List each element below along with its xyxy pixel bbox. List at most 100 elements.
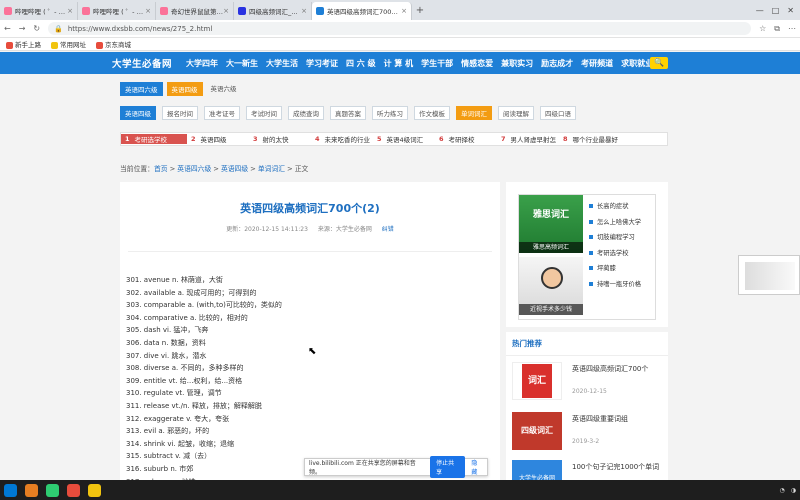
back-icon[interactable]: ← bbox=[4, 24, 11, 33]
bookmark-item[interactable]: 新手上路 bbox=[6, 39, 41, 49]
rank-item[interactable]: 5 英语4级词汇 bbox=[373, 134, 435, 144]
filter-tab[interactable]: 阅读理解 bbox=[498, 106, 534, 120]
nav-item[interactable]: 大学四年 bbox=[182, 58, 222, 69]
nav-item[interactable]: 四 六 级 bbox=[342, 58, 380, 69]
sidebar-ad: 雅思词汇 雅思高频词汇 近视手术多少钱 长高的症状 怎么上哈佛大学 切肢编程学习 考研… bbox=[506, 182, 668, 327]
article: 英语四级高频词汇700个(2) 更新：2020-12-15 14:11:23 来… bbox=[120, 182, 500, 500]
close-icon[interactable]: ✕ bbox=[787, 6, 794, 15]
nav-item[interactable]: 大学生活 bbox=[262, 58, 302, 69]
hide-button[interactable]: 隐藏 bbox=[471, 458, 483, 476]
rank-item[interactable]: 3 射的太快 bbox=[249, 134, 311, 144]
filter-tab[interactable]: 作文模板 bbox=[414, 106, 450, 120]
site-navbar: 大学生必备网 大学四年 大一新生 大学生活 学习考证四 六 级计 算 机学生干部 情感恋… bbox=[0, 52, 800, 74]
ad-link[interactable]: 考研选学校 bbox=[589, 246, 641, 262]
start-icon[interactable] bbox=[4, 483, 17, 497]
category-tabs: 英语四六级 英语四级 英语六级 bbox=[120, 82, 241, 96]
close-tab-icon[interactable]: × bbox=[223, 7, 229, 15]
ad-image-ielts[interactable]: 雅思词汇 雅思高频词汇 bbox=[519, 195, 583, 253]
forward-icon[interactable]: → bbox=[19, 24, 26, 33]
breadcrumb-sep: > bbox=[250, 165, 256, 173]
nav-item[interactable]: 计 算 机 bbox=[380, 58, 418, 69]
nav-item[interactable]: 学习考证 bbox=[302, 58, 342, 69]
nav-item[interactable]: 情感恋爱 bbox=[457, 58, 497, 69]
browser-tab[interactable]: 哔哩哔哩 ( ゜- ゜)つロ 干杯~-bili× bbox=[78, 2, 156, 20]
ad-link[interactable]: 长高的症状 bbox=[589, 199, 641, 215]
report-link[interactable]: 纠错 bbox=[382, 226, 394, 233]
app-icon[interactable] bbox=[88, 483, 101, 497]
filter-tab[interactable]: 考试时间 bbox=[246, 106, 282, 120]
maximize-icon[interactable]: □ bbox=[772, 6, 780, 15]
nav-item[interactable]: 励志成才 bbox=[537, 58, 577, 69]
menu-icon[interactable]: ⋯ bbox=[788, 24, 796, 34]
new-tab-button[interactable]: + bbox=[412, 5, 428, 16]
category-tab[interactable]: 英语四六级 bbox=[120, 82, 163, 96]
ad-link[interactable]: 坪蔺膝 bbox=[589, 261, 641, 277]
browser-tab[interactable]: 奇幻世界鼠鼠第11集-最弱-无比× bbox=[156, 2, 234, 20]
filter-tab[interactable]: 报名时间 bbox=[162, 106, 198, 120]
category-tab[interactable]: 英语六级 bbox=[207, 82, 241, 96]
breadcrumb-link[interactable]: 英语四六级 bbox=[177, 165, 211, 173]
rank-label: 英语四级 bbox=[200, 136, 227, 144]
ad-link[interactable]: 怎么上哈佛大学 bbox=[589, 215, 641, 231]
site-logo[interactable]: 大学生必备网 bbox=[112, 56, 172, 70]
filter-tab[interactable]: 英语四级 bbox=[120, 106, 156, 120]
rank-item[interactable]: 7 男人肾虚早射怎 bbox=[497, 134, 559, 144]
bookmark-item[interactable]: 京东商城 bbox=[96, 39, 131, 49]
close-tab-icon[interactable]: × bbox=[67, 7, 73, 15]
breadcrumb-link[interactable]: 英语四级 bbox=[221, 165, 248, 173]
ad-link[interactable]: 持嗜一瓶牙价格 bbox=[589, 277, 641, 293]
minimize-icon[interactable]: — bbox=[756, 6, 764, 15]
app-icon[interactable] bbox=[67, 483, 80, 497]
rank-number: 8 bbox=[563, 135, 568, 143]
category-tab[interactable]: 英语四级 bbox=[166, 82, 203, 96]
nav-item[interactable]: 大一新生 bbox=[222, 58, 262, 69]
word-entry: 301. avenue n. 林荫道，大街 bbox=[126, 276, 223, 284]
search-button[interactable]: 🔍 bbox=[650, 57, 668, 69]
word-entry: 310. regulate vt. 管理，调节 bbox=[126, 389, 222, 398]
rank-item[interactable]: 6 考研择校 bbox=[435, 134, 497, 144]
nav-item[interactable]: 兼职实习 bbox=[497, 58, 537, 69]
breadcrumb: 当前位置：首页 > 英语四六级 > 英语四级 > 单词词汇 > 正文 bbox=[120, 165, 309, 173]
browser-tab[interactable]: 四级高频词汇_百度搜索× bbox=[234, 2, 312, 20]
filter-tab[interactable]: 单词词汇 bbox=[456, 106, 492, 120]
filter-tab[interactable]: 听力练习 bbox=[372, 106, 408, 120]
rank-item[interactable]: 1 考研选学校 bbox=[121, 134, 187, 144]
mouse-cursor-icon: ⬉ bbox=[308, 346, 317, 357]
ad-link[interactable]: 切肢编程学习 bbox=[589, 230, 641, 246]
rank-item[interactable]: 8 哪个行业最暴好 bbox=[559, 134, 621, 144]
close-tab-icon[interactable]: × bbox=[301, 7, 307, 15]
filter-tab[interactable]: 准考证号 bbox=[204, 106, 240, 120]
address-bar: ← → ↻ 🔒 https://www.dxsbb.com/news/275_2… bbox=[0, 20, 800, 38]
star-icon[interactable]: ☆ bbox=[759, 24, 766, 34]
nav-item[interactable]: 考研频道 bbox=[577, 58, 617, 69]
bookmark-item[interactable]: 常用网址 bbox=[51, 39, 86, 49]
stop-share-button[interactable]: 停止共享 bbox=[430, 456, 466, 478]
app-icon[interactable] bbox=[46, 483, 59, 497]
filter-tab[interactable]: 真题答案 bbox=[330, 106, 366, 120]
breadcrumb-link[interactable]: 单词词汇 bbox=[258, 165, 285, 173]
breadcrumb-link[interactable]: 首页 bbox=[154, 165, 168, 173]
rank-number: 3 bbox=[253, 135, 258, 143]
video-pip[interactable] bbox=[738, 255, 800, 295]
browser-tab[interactable]: 哔哩哔哩 ( ゜- ゜)つロ 干杯~-bili× bbox=[0, 2, 78, 20]
book-thumb: 四级词汇 bbox=[512, 412, 562, 450]
filter-tab[interactable]: 四级口语 bbox=[540, 106, 576, 120]
ad-image-eye[interactable]: 近视手术多少钱 bbox=[519, 257, 583, 315]
hot-recommend: 热门推荐 词汇 英语四级高频词汇700个 2020-12-15 四级词汇 英语四… bbox=[506, 332, 668, 500]
rank-item[interactable]: 4 未来吃香的行业 bbox=[311, 134, 373, 144]
reload-icon[interactable]: ↻ bbox=[33, 24, 40, 33]
url-input[interactable]: 🔒 https://www.dxsbb.com/news/275_2.html bbox=[48, 22, 752, 35]
volume-icon[interactable]: ◑ bbox=[791, 487, 796, 494]
wifi-icon[interactable]: ◔ bbox=[780, 487, 785, 494]
extensions-icon[interactable]: ⧉ bbox=[774, 24, 780, 34]
book-thumb: 词汇 bbox=[512, 362, 562, 400]
rank-label: 英语4级词汇 bbox=[386, 136, 424, 144]
app-icon[interactable] bbox=[25, 483, 38, 497]
word-entry: 309. entitle vt. 给...权利，给...资格 bbox=[126, 376, 243, 385]
rank-item[interactable]: 2 英语四级 bbox=[187, 134, 249, 144]
close-tab-icon[interactable]: × bbox=[145, 7, 151, 15]
nav-item[interactable]: 学生干部 bbox=[417, 58, 457, 69]
close-tab-icon[interactable]: × bbox=[401, 7, 407, 15]
filter-tab[interactable]: 成绩查询 bbox=[288, 106, 324, 120]
browser-tab[interactable]: 英语四级高频词汇700个 - 第2页× bbox=[312, 2, 412, 20]
